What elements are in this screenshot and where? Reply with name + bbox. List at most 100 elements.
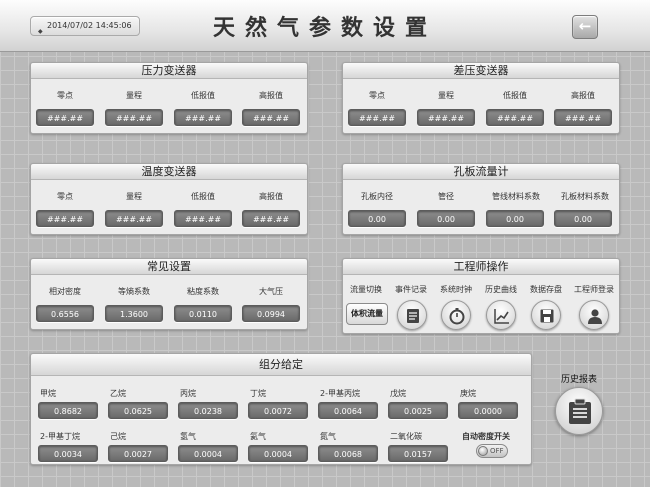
range-input[interactable]: ###.##: [105, 109, 163, 126]
high-alarm-label: 高报值: [259, 192, 283, 201]
orifice-material-coef-label: 孔板材料系数: [561, 192, 609, 201]
component-value-input[interactable]: 0.0064: [318, 402, 378, 419]
high-alarm-input[interactable]: ###.##: [242, 109, 300, 126]
panel-title: 组分给定: [31, 354, 531, 376]
back-arrow-icon: ←: [578, 17, 592, 35]
notepad-icon: [407, 309, 419, 323]
component-value-input[interactable]: 0.0000: [458, 402, 518, 419]
component-value-input[interactable]: 0.0157: [388, 445, 448, 462]
viscosity-coef-label: 粘度系数: [187, 287, 219, 296]
component-label: 庚烷: [460, 389, 476, 398]
zero-input[interactable]: ###.##: [36, 109, 94, 126]
zero-label: 零点: [369, 91, 385, 100]
pipe-diameter-input[interactable]: 0.00: [417, 210, 475, 227]
component-value-input[interactable]: 0.0027: [108, 445, 168, 462]
component-label: 氦气: [250, 432, 266, 441]
component-value-input[interactable]: 0.0004: [178, 445, 238, 462]
range-label: 量程: [438, 91, 454, 100]
high-alarm-label: 高报值: [571, 91, 595, 100]
save-disk-icon: [540, 309, 554, 323]
auto-density-toggle[interactable]: OFF: [476, 444, 508, 458]
range-input[interactable]: ###.##: [105, 210, 163, 227]
range-input[interactable]: ###.##: [417, 109, 475, 126]
toggle-state-text: OFF: [490, 447, 504, 455]
zero-label: 零点: [57, 91, 73, 100]
panel-title: 孔板流量计: [343, 164, 619, 180]
component-label: 二氧化碳: [390, 432, 422, 441]
zero-label: 零点: [57, 192, 73, 201]
engineer-login-label: 工程师登录: [574, 285, 614, 294]
event-log-label: 事件记录: [395, 285, 427, 294]
auto-density-label: 自动密度开关: [462, 432, 510, 441]
component-value-input[interactable]: 0.0625: [108, 402, 168, 419]
component-value-input[interactable]: 0.8682: [38, 402, 98, 419]
low-alarm-input[interactable]: ###.##: [174, 109, 232, 126]
relative-density-input[interactable]: 0.6556: [36, 305, 94, 322]
system-clock-button[interactable]: [441, 300, 471, 330]
low-alarm-label: 低报值: [503, 91, 527, 100]
isentropic-coef-label: 等熵系数: [118, 287, 150, 296]
panel-title: 温度变送器: [31, 164, 307, 180]
low-alarm-input[interactable]: ###.##: [174, 210, 232, 227]
component-value-input[interactable]: 0.0034: [38, 445, 98, 462]
atmospheric-pressure-label: 大气压: [259, 287, 283, 296]
volume-flow-button[interactable]: 体积流量: [346, 303, 388, 325]
pipe-material-coef-label: 管线材料系数: [492, 192, 540, 201]
component-label: 2-甲基丙烷: [320, 389, 360, 398]
page-title: 天然气参数设置: [212, 15, 437, 41]
flow-switch-label: 流量切换: [350, 285, 382, 294]
low-alarm-label: 低报值: [191, 91, 215, 100]
component-value-input[interactable]: 0.0004: [248, 445, 308, 462]
temperature-transmitter-panel: 温度变送器 零点 量程 低报值 高报值 ###.## ###.## ###.##…: [30, 163, 308, 235]
orifice-material-coef-input[interactable]: 0.00: [554, 210, 612, 227]
history-report-button[interactable]: [555, 387, 603, 435]
component-label: 氮气: [320, 432, 336, 441]
panel-title: 工程师操作: [343, 259, 619, 275]
history-curve-button[interactable]: [486, 300, 516, 330]
component-label: 2-甲基丁烷: [40, 432, 80, 441]
data-save-button[interactable]: [531, 300, 561, 330]
event-log-button[interactable]: [397, 300, 427, 330]
low-alarm-label: 低报值: [191, 192, 215, 201]
high-alarm-input[interactable]: ###.##: [242, 210, 300, 227]
atmospheric-pressure-input[interactable]: 0.0994: [242, 305, 300, 322]
engineer-operations-panel: 工程师操作 流量切换 事件记录 系统时钟 历史曲线 数据存盘 工程师登录 体积流…: [342, 258, 620, 334]
pipe-diameter-label: 管径: [438, 192, 454, 201]
viscosity-coef-input[interactable]: 0.0110: [174, 305, 232, 322]
high-alarm-label: 高报值: [259, 91, 283, 100]
pipe-material-coef-input[interactable]: 0.00: [486, 210, 544, 227]
line-chart-icon: [494, 309, 509, 324]
range-label: 量程: [126, 91, 142, 100]
zero-input[interactable]: ###.##: [348, 109, 406, 126]
user-icon: [588, 309, 602, 324]
differential-pressure-panel: 差压变送器 零点 量程 低报值 高报值 ###.## ###.## ###.##…: [342, 62, 620, 134]
report-icon: [569, 398, 591, 424]
high-alarm-input[interactable]: ###.##: [554, 109, 612, 126]
gas-components-panel: 组分给定 甲烷 乙烷 丙烷 丁烷 2-甲基丙烷 戊烷 庚烷 0.8682 0.0…: [30, 353, 532, 465]
range-label: 量程: [126, 192, 142, 201]
panel-title: 压力变送器: [31, 63, 307, 79]
stopwatch-icon: [449, 308, 465, 325]
system-clock-label: 系统时钟: [440, 285, 472, 294]
toggle-knob: [478, 446, 488, 456]
engineer-login-button[interactable]: [579, 300, 609, 330]
zero-input[interactable]: ###.##: [36, 210, 94, 227]
history-curve-label: 历史曲线: [485, 285, 517, 294]
relative-density-label: 相对密度: [49, 287, 81, 296]
low-alarm-input[interactable]: ###.##: [486, 109, 544, 126]
panel-title: 差压变送器: [343, 63, 619, 79]
component-value-input[interactable]: 0.0025: [388, 402, 448, 419]
component-value-input[interactable]: 0.0072: [248, 402, 308, 419]
orifice-diameter-input[interactable]: 0.00: [348, 210, 406, 227]
panel-title: 常见设置: [31, 259, 307, 275]
component-label: 甲烷: [40, 389, 56, 398]
back-button[interactable]: ←: [572, 15, 598, 39]
component-label: 戊烷: [390, 389, 406, 398]
pressure-transmitter-panel: 压力变送器 零点 量程 低报值 高报值 ###.## ###.## ###.##…: [30, 62, 308, 134]
component-label: 氢气: [180, 432, 196, 441]
component-value-input[interactable]: 0.0238: [178, 402, 238, 419]
component-label: 己烷: [110, 432, 126, 441]
isentropic-coef-input[interactable]: 1.3600: [105, 305, 163, 322]
history-report-label: 历史报表: [560, 375, 597, 385]
component-value-input[interactable]: 0.0068: [318, 445, 378, 462]
